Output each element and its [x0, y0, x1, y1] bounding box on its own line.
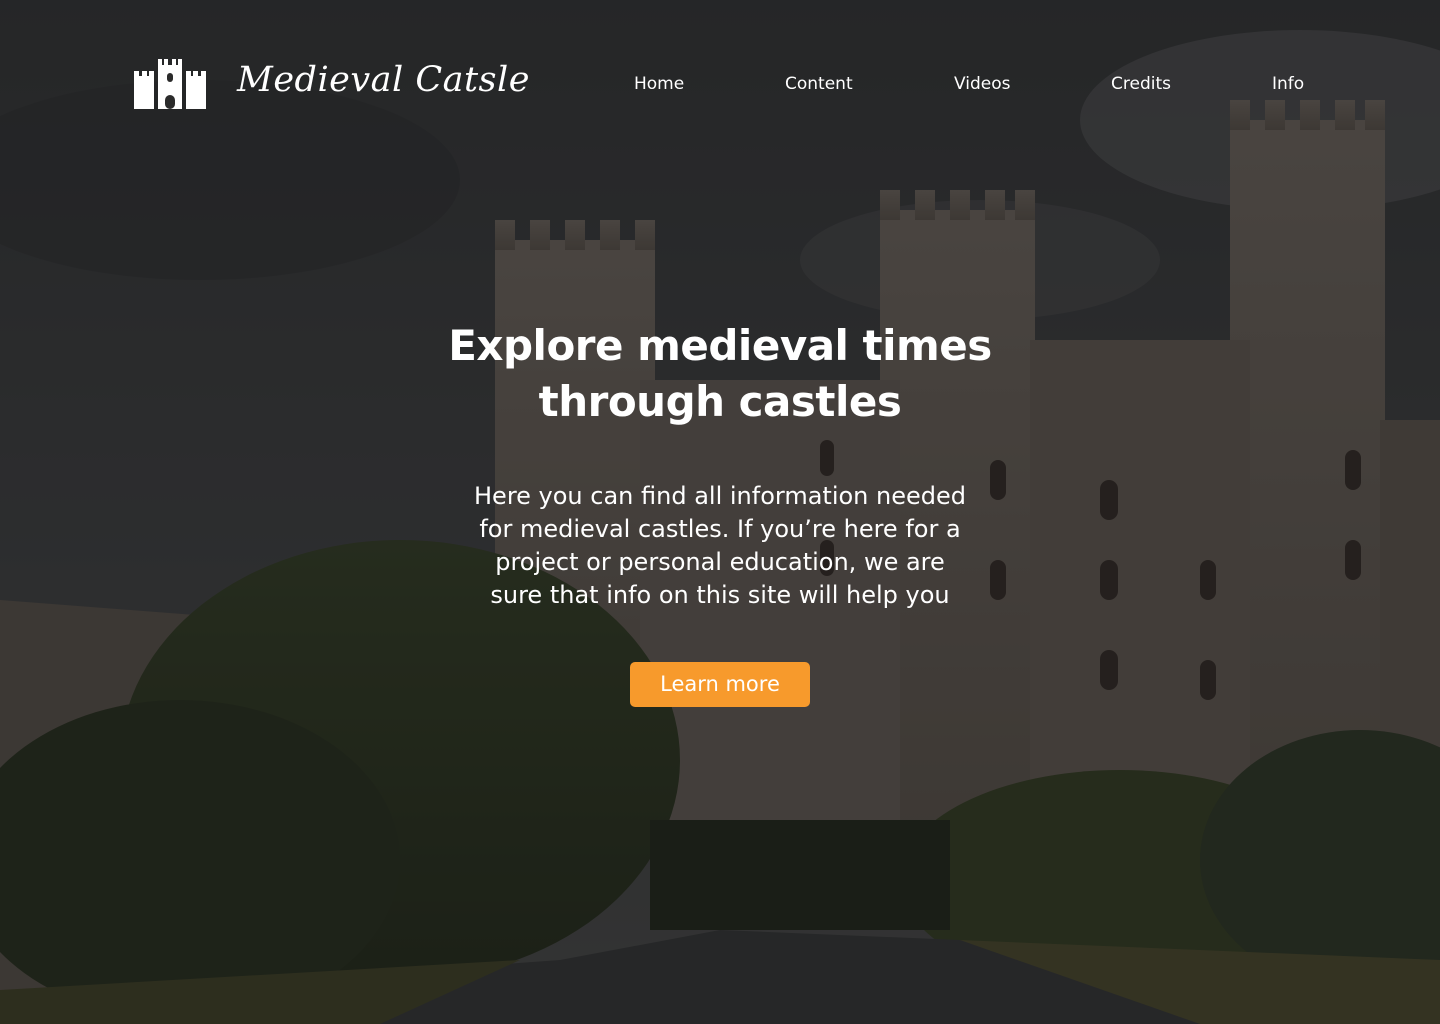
nav-home[interactable]: Home	[634, 74, 684, 94]
nav-credits[interactable]: Credits	[1111, 74, 1171, 94]
hero-description-line: sure that info on this site will help yo…	[490, 581, 950, 609]
main-nav: Home Content Videos Credits Info	[0, 74, 1440, 100]
hero-headline: Explore medieval times through castles	[420, 318, 1020, 430]
nav-videos[interactable]: Videos	[954, 74, 1011, 94]
hero-headline-line: Explore medieval times	[448, 321, 992, 370]
nav-info[interactable]: Info	[1272, 74, 1304, 94]
nav-content[interactable]: Content	[785, 74, 853, 94]
hero-description: Here you can find all information needed…	[440, 480, 1000, 612]
hero-description-line: for medieval castles. If you’re here for…	[479, 515, 961, 543]
hero-description-line: project or personal education, we are	[495, 548, 945, 576]
hero-description-line: Here you can find all information needed	[474, 482, 966, 510]
learn-more-button[interactable]: Learn more	[630, 662, 810, 707]
hero-headline-line: through castles	[538, 377, 902, 426]
hero-section: Medieval Catsle Home Content Videos Cred…	[0, 0, 1440, 1024]
